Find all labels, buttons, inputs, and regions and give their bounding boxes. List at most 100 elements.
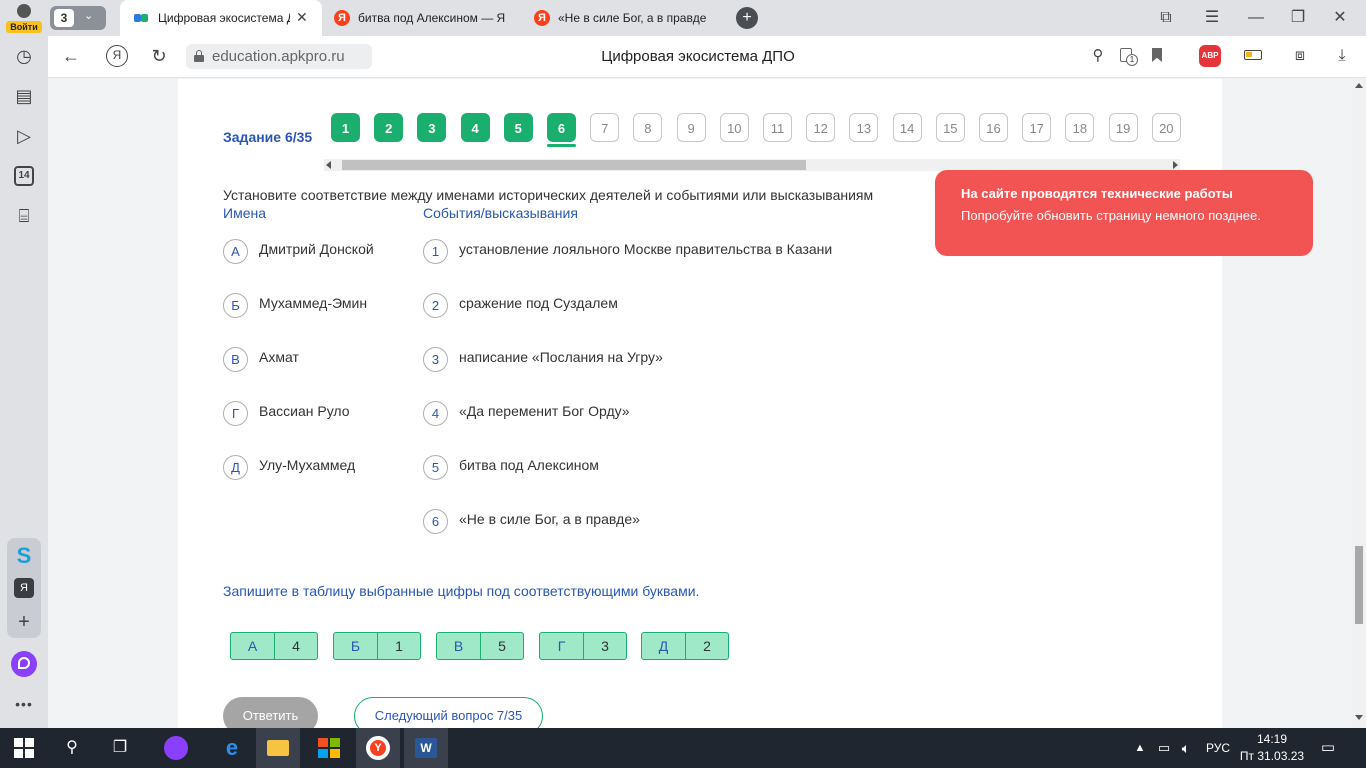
tab[interactable]: Я «Не в силе Бог, а в правде	[528, 0, 720, 36]
task-view-icon[interactable]: ❐	[108, 736, 132, 760]
search-icon[interactable]: ⚲	[60, 736, 84, 760]
page-scrollbar-track[interactable]	[1352, 79, 1366, 728]
tab[interactable]: Я битва под Алексином — Я	[326, 0, 526, 36]
download-icon[interactable]: ⤓	[1332, 46, 1352, 66]
answer-cell[interactable]: Г 3	[539, 632, 627, 660]
scroll-up-arrow-icon[interactable]	[1355, 83, 1363, 88]
chevron-down-icon: ⌄	[84, 10, 94, 22]
word-taskbar-button[interactable]: W	[404, 728, 448, 768]
question-number-button[interactable]: 9	[676, 113, 706, 142]
tray-expand-icon[interactable]: ▲	[1128, 736, 1152, 760]
scrollbar-thumb[interactable]	[342, 160, 806, 170]
bookmarks-icon[interactable]: ▤	[12, 84, 36, 108]
name-text: Улу-Мухаммед	[259, 457, 356, 473]
yandex-browser-icon: Y	[366, 736, 390, 760]
back-arrow-icon[interactable]: ←	[60, 46, 82, 66]
close-icon[interactable]: ✕	[296, 9, 308, 26]
question-number-button[interactable]: 3	[417, 113, 447, 142]
tabs-counter-icon[interactable]: 1	[1118, 46, 1138, 66]
clock-time[interactable]: 14:19	[1240, 732, 1304, 746]
close-window-icon[interactable]: ✕	[1330, 8, 1350, 28]
url-pill[interactable]: education.apkpro.ru	[186, 44, 372, 69]
question-number-button[interactable]: 8	[633, 113, 663, 142]
question-number-button[interactable]: 11	[763, 113, 792, 142]
question-number-button[interactable]: 18	[1065, 113, 1095, 142]
yandex-button-icon[interactable]: Я	[106, 45, 128, 67]
scroll-right-arrow-icon[interactable]	[1173, 161, 1178, 169]
word-icon: W	[415, 738, 437, 758]
answer-digit-input[interactable]: 4	[275, 633, 317, 659]
answer-digit-input[interactable]: 2	[686, 633, 728, 659]
question-number-button[interactable]: 4	[460, 113, 490, 142]
answer-cell[interactable]: В 5	[436, 632, 524, 660]
edge-icon[interactable]: e	[220, 736, 244, 760]
answer-cell[interactable]: А 4	[230, 632, 318, 660]
reload-icon[interactable]: ↻	[148, 46, 170, 66]
yandex-browser-taskbar-button[interactable]: Y	[356, 728, 400, 768]
sidebar-apps-panel: S Я +	[7, 538, 41, 638]
lock-icon	[194, 50, 204, 62]
explorer-taskbar-button[interactable]	[256, 728, 300, 768]
notifications-icon[interactable]: ▭	[1316, 736, 1340, 760]
alice-icon[interactable]	[11, 651, 37, 677]
new-tab-button[interactable]: +	[736, 7, 758, 29]
adblock-icon[interactable]: ABP	[1199, 45, 1221, 67]
question-number-button[interactable]: 13	[849, 113, 879, 142]
toast-title: На сайте проводятся технические работы	[961, 186, 1233, 201]
profile-button[interactable]: Войти	[6, 2, 42, 34]
answer-button[interactable]: Ответить	[223, 697, 318, 728]
answer-cell[interactable]: Д 2	[641, 632, 729, 660]
network-icon[interactable]: ▭	[1152, 736, 1176, 760]
extensions-icon[interactable]: ⧈	[1290, 46, 1310, 66]
camera-icon[interactable]: ⌸	[12, 204, 36, 228]
scrollbar-thumb[interactable]	[1355, 546, 1363, 624]
app-ya-icon[interactable]: Я	[14, 578, 34, 598]
search-icon[interactable]: ⚲	[1088, 46, 1108, 66]
maintenance-toast[interactable]: На сайте проводятся технические работы П…	[935, 170, 1313, 256]
alice-taskbar-icon[interactable]	[164, 736, 188, 760]
calendar-icon[interactable]: 14	[12, 164, 36, 188]
minimize-icon[interactable]: —	[1246, 8, 1266, 28]
question-number-button[interactable]: 10	[719, 113, 749, 142]
menu-icon[interactable]: ☰	[1202, 8, 1222, 28]
add-app-icon[interactable]: +	[12, 610, 36, 634]
question-number-button[interactable]: 19	[1108, 113, 1138, 142]
question-number-button[interactable]: 17	[1022, 113, 1052, 142]
question-number-button[interactable]: 2	[374, 113, 404, 142]
app-s-icon[interactable]: S	[12, 544, 36, 568]
question-number-button[interactable]: 6	[547, 113, 576, 142]
scroll-left-arrow-icon[interactable]	[326, 161, 331, 169]
collections-icon[interactable]: ⧉	[1156, 8, 1176, 28]
site-favicon-icon	[134, 12, 150, 24]
tab-bar: Войти 3 ⌄ Цифровая экосистема ДПО ✕ Я би…	[0, 0, 1366, 36]
question-number-button[interactable]: 7	[590, 113, 620, 142]
answer-digit-input[interactable]: 5	[481, 633, 523, 659]
tab-active[interactable]: Цифровая экосистема ДПО ✕	[120, 0, 322, 36]
event-text: «Да переменит Бог Орду»	[459, 403, 630, 419]
question-number-button[interactable]: 20	[1151, 113, 1181, 142]
question-number-button[interactable]: 14	[892, 113, 922, 142]
answer-digit-input[interactable]: 3	[584, 633, 626, 659]
language-indicator[interactable]: РУС	[1206, 741, 1230, 755]
question-number-button[interactable]: 5	[503, 113, 533, 142]
question-number-button[interactable]: 15	[935, 113, 965, 142]
answer-digit-input[interactable]: 1	[378, 633, 420, 659]
windows-start-icon[interactable]	[14, 738, 34, 758]
tab-group-button[interactable]: 3 ⌄	[50, 6, 106, 30]
next-question-button[interactable]: Следующий вопрос 7/35	[354, 697, 543, 728]
toast-message: Попробуйте обновить страницу немного поз…	[961, 208, 1261, 223]
history-icon[interactable]: ◷	[12, 44, 36, 68]
restore-icon[interactable]: ❐	[1288, 8, 1308, 28]
question-number-button[interactable]: 16	[979, 113, 1008, 142]
bookmark-icon[interactable]	[1152, 48, 1162, 62]
play-icon[interactable]: ▷	[12, 124, 36, 148]
store-icon[interactable]	[318, 738, 340, 758]
scroll-down-arrow-icon[interactable]	[1355, 715, 1363, 720]
volume-icon[interactable]: 🔈︎	[1174, 736, 1198, 760]
question-number-button[interactable]: 1	[331, 113, 360, 142]
clock-date[interactable]: Пт 31.03.23	[1236, 749, 1308, 763]
battery-icon[interactable]	[1244, 50, 1262, 60]
question-number-button[interactable]: 12	[806, 113, 836, 142]
more-icon[interactable]: •••	[12, 692, 36, 716]
answer-cell[interactable]: Б 1	[333, 632, 421, 660]
